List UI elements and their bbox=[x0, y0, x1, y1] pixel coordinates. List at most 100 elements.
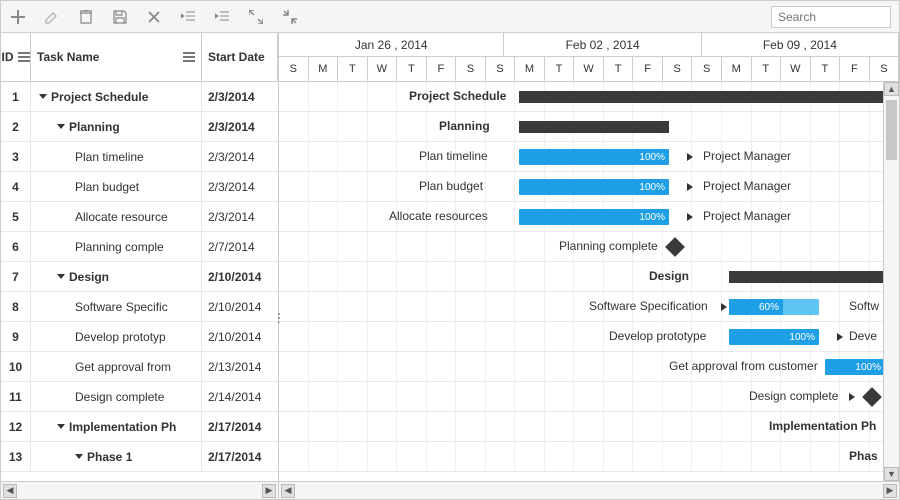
resource-label: Project Manager bbox=[703, 179, 791, 193]
row-date: 2/13/2014 bbox=[202, 352, 278, 381]
table-row[interactable]: 4Plan budget2/3/2014 bbox=[1, 172, 278, 202]
expander-icon[interactable] bbox=[57, 124, 65, 129]
table-row[interactable]: 5Allocate resource2/3/2014 bbox=[1, 202, 278, 232]
row-task[interactable]: Implementation Ph bbox=[31, 412, 202, 441]
table-row[interactable]: 2Planning2/3/2014 bbox=[1, 112, 278, 142]
row-task[interactable]: Get approval from bbox=[31, 352, 202, 381]
search-input[interactable] bbox=[771, 6, 891, 28]
expander-icon[interactable] bbox=[75, 454, 83, 459]
summary-bar[interactable] bbox=[519, 121, 669, 133]
day-header: W bbox=[574, 57, 604, 81]
gantt-row: Design complete bbox=[279, 382, 899, 412]
task-bar[interactable]: 100% bbox=[729, 329, 819, 345]
task-bar[interactable]: 100% bbox=[519, 149, 669, 165]
grid-h-scrollbar[interactable]: ◀ ▶ bbox=[1, 482, 279, 499]
gantt-h-scrollbar[interactable]: ◀ ▶ bbox=[279, 482, 899, 499]
day-header: M bbox=[515, 57, 545, 81]
day-header: F bbox=[633, 57, 663, 81]
gantt-row-label: Planning complete bbox=[559, 239, 658, 253]
gantt-row: Develop prototype100%Deve bbox=[279, 322, 899, 352]
gantt-row-label: Get approval from customer bbox=[669, 359, 818, 373]
table-row[interactable]: 12Implementation Ph2/17/2014 bbox=[1, 412, 278, 442]
day-header: T bbox=[397, 57, 427, 81]
row-id: 4 bbox=[1, 172, 31, 201]
save-icon[interactable] bbox=[111, 8, 129, 26]
day-header: S bbox=[279, 57, 309, 81]
day-header: T bbox=[811, 57, 841, 81]
gantt-row: Planning bbox=[279, 112, 899, 142]
scroll-thumb[interactable] bbox=[886, 100, 897, 160]
gantt-row: Planning complete bbox=[279, 232, 899, 262]
row-task[interactable]: Allocate resource bbox=[31, 202, 202, 231]
row-task[interactable]: Plan timeline bbox=[31, 142, 202, 171]
table-row[interactable]: 1Project Schedule2/3/2014 bbox=[1, 82, 278, 112]
scroll-left-icon[interactable]: ◀ bbox=[3, 484, 17, 498]
table-row[interactable]: 11Design complete2/14/2014 bbox=[1, 382, 278, 412]
row-date: 2/7/2014 bbox=[202, 232, 278, 261]
task-bar[interactable]: 100% bbox=[825, 359, 885, 375]
summary-bar[interactable] bbox=[519, 91, 899, 103]
menu-icon[interactable] bbox=[18, 52, 30, 62]
scroll-right-icon[interactable]: ▶ bbox=[883, 484, 897, 498]
row-task[interactable]: Design complete bbox=[31, 382, 202, 411]
indent-icon[interactable] bbox=[213, 8, 231, 26]
table-row[interactable]: 13Phase 12/17/2014 bbox=[1, 442, 278, 472]
row-date: 2/3/2014 bbox=[202, 112, 278, 141]
row-date: 2/3/2014 bbox=[202, 202, 278, 231]
row-task[interactable]: Project Schedule bbox=[31, 82, 202, 111]
task-bar[interactable]: 100% bbox=[519, 209, 669, 225]
scroll-right-icon[interactable]: ▶ bbox=[262, 484, 276, 498]
scroll-down-icon[interactable]: ▼ bbox=[884, 467, 899, 481]
row-id: 1 bbox=[1, 82, 31, 111]
row-id: 6 bbox=[1, 232, 31, 261]
day-header: W bbox=[368, 57, 398, 81]
task-bar[interactable]: 100% bbox=[519, 179, 669, 195]
milestone-marker[interactable] bbox=[665, 237, 685, 257]
summary-bar[interactable] bbox=[729, 271, 899, 283]
col-header-task[interactable]: Task Name bbox=[31, 33, 202, 81]
row-date: 2/17/2014 bbox=[202, 442, 278, 471]
col-header-start[interactable]: Start Date bbox=[202, 33, 278, 81]
row-date: 2/3/2014 bbox=[202, 142, 278, 171]
collapse-icon[interactable] bbox=[281, 8, 299, 26]
outdent-icon[interactable] bbox=[179, 8, 197, 26]
scroll-up-icon[interactable]: ▲ bbox=[884, 82, 899, 96]
row-id: 13 bbox=[1, 442, 31, 471]
menu-icon[interactable] bbox=[183, 52, 195, 62]
delete-icon[interactable] bbox=[77, 8, 95, 26]
table-row[interactable]: 7Design2/10/2014 bbox=[1, 262, 278, 292]
row-task[interactable]: Planning bbox=[31, 112, 202, 141]
col-header-id[interactable]: ID bbox=[1, 33, 31, 81]
milestone-marker[interactable] bbox=[862, 387, 882, 407]
row-date: 2/10/2014 bbox=[202, 322, 278, 351]
table-row[interactable]: 10Get approval from2/13/2014 bbox=[1, 352, 278, 382]
add-icon[interactable] bbox=[9, 8, 27, 26]
table-row[interactable]: 3Plan timeline2/3/2014 bbox=[1, 142, 278, 172]
resource-label: Deve bbox=[849, 329, 877, 343]
gantt-row-label: Project Schedule bbox=[409, 89, 506, 103]
day-header: S bbox=[870, 57, 899, 81]
expander-icon[interactable] bbox=[39, 94, 47, 99]
row-id: 9 bbox=[1, 322, 31, 351]
vertical-scrollbar[interactable]: ▲ ▼ bbox=[883, 82, 899, 481]
expander-icon[interactable] bbox=[57, 424, 65, 429]
week-header: Jan 26 , 2014 bbox=[279, 33, 504, 56]
task-bar[interactable]: 60% bbox=[729, 299, 819, 315]
table-row[interactable]: 6Planning comple2/7/2014 bbox=[1, 232, 278, 262]
row-task[interactable]: Design bbox=[31, 262, 202, 291]
scroll-left-icon[interactable]: ◀ bbox=[281, 484, 295, 498]
table-row[interactable]: 8Software Specific2/10/2014 bbox=[1, 292, 278, 322]
row-task[interactable]: Planning comple bbox=[31, 232, 202, 261]
expand-icon[interactable] bbox=[247, 8, 265, 26]
week-header: Feb 02 , 2014 bbox=[504, 33, 701, 56]
resource-label: Softw bbox=[849, 299, 879, 313]
table-row[interactable]: 9Develop prototyp2/10/2014 bbox=[1, 322, 278, 352]
row-task[interactable]: Phase 1 bbox=[31, 442, 202, 471]
cancel-icon[interactable] bbox=[145, 8, 163, 26]
edit-icon[interactable] bbox=[43, 8, 61, 26]
row-task[interactable]: Develop prototyp bbox=[31, 322, 202, 351]
row-task[interactable]: Plan budget bbox=[31, 172, 202, 201]
row-task[interactable]: Software Specific bbox=[31, 292, 202, 321]
expander-icon[interactable] bbox=[57, 274, 65, 279]
gantt-pane: Jan 26 , 2014Feb 02 , 2014Feb 09 , 2014 … bbox=[279, 33, 899, 481]
